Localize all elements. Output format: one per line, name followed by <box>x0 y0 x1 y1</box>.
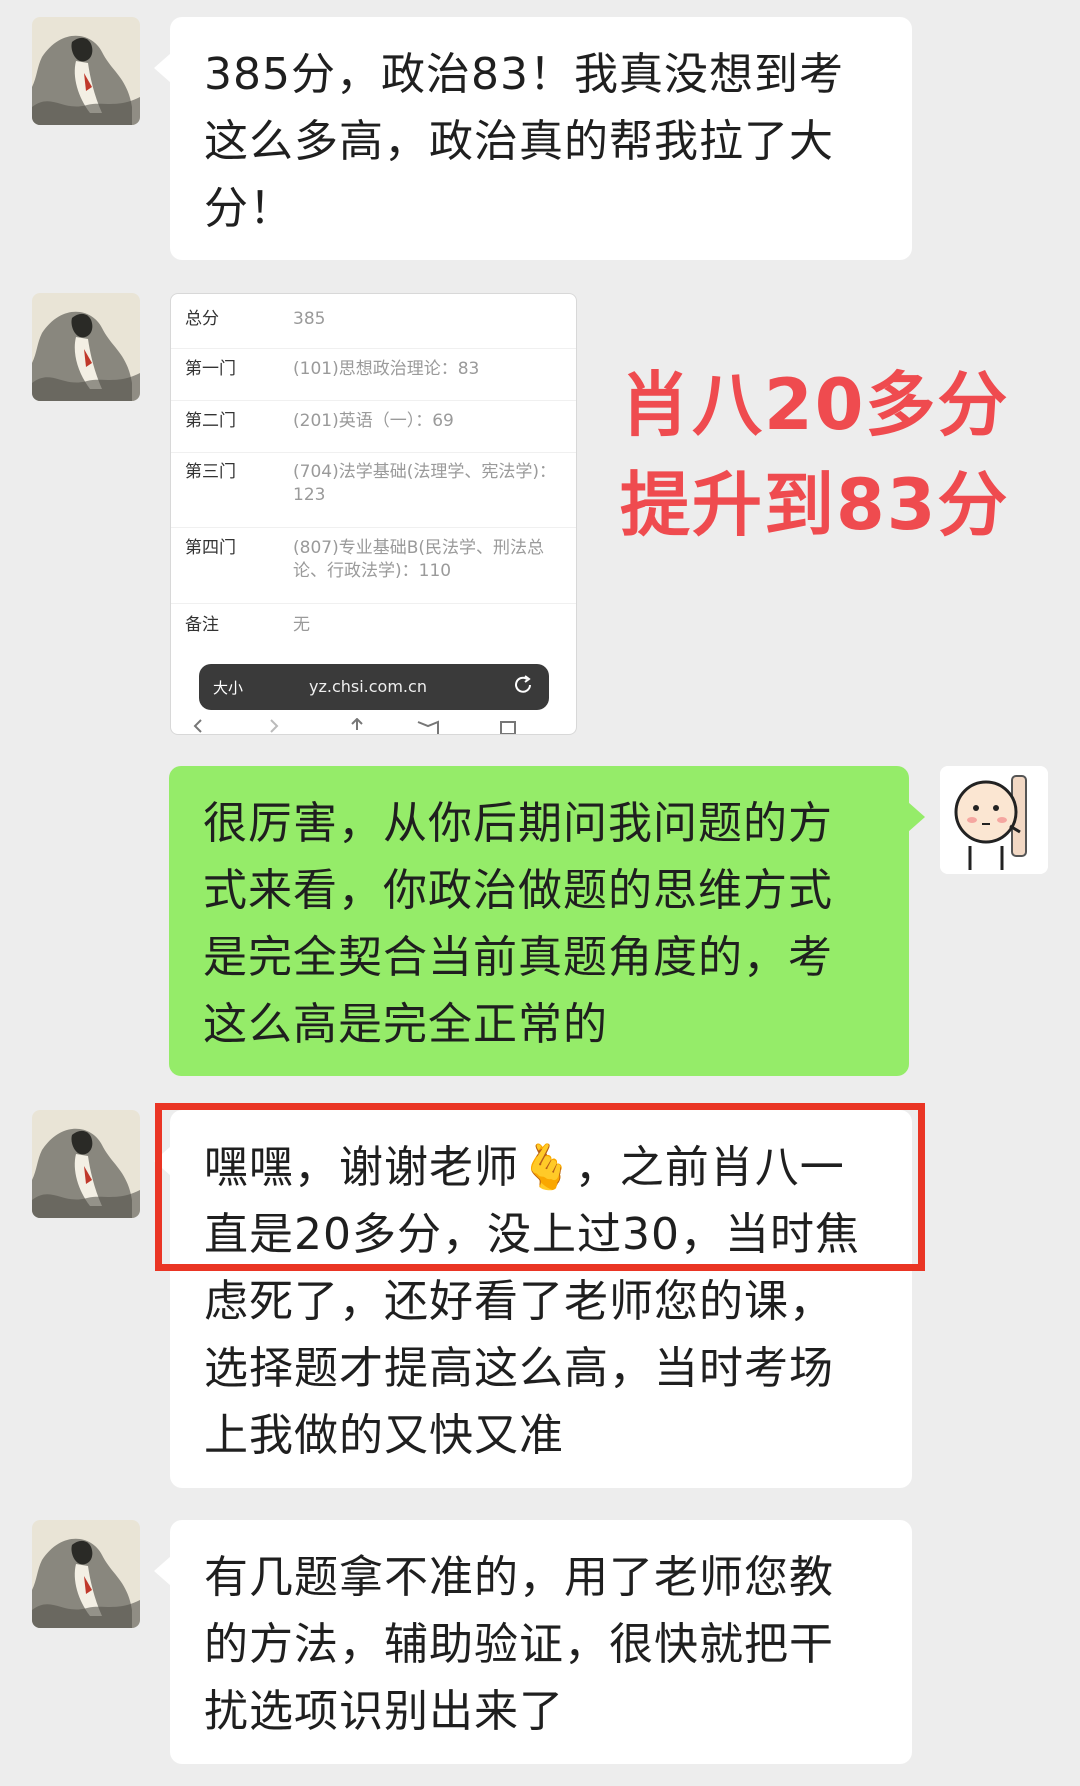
contact-avatar[interactable] <box>32 293 140 401</box>
score-value: 无 <box>293 615 310 635</box>
score-value: (101)思想政治理论：83 <box>293 359 480 379</box>
score-value: (807)专业基础B(民法学、刑法总论、行政法学)：110 <box>293 538 545 581</box>
contact-avatar[interactable] <box>32 1110 140 1218</box>
score-label: 备注 <box>185 615 219 635</box>
contact-avatar[interactable] <box>32 17 140 125</box>
ink-painting-avatar-icon <box>32 1520 140 1628</box>
score-row: 第三门 (704)法学基础(法理学、宪法学)：123 <box>171 461 576 528</box>
score-label: 第四门 <box>185 538 236 558</box>
score-value: (704)法学基础(法理学、宪法学)：123 <box>293 462 556 505</box>
score-row: 备注 无 <box>171 614 576 652</box>
score-value: 385 <box>293 309 326 329</box>
chat-window: 385分，政治83！我真没想到考这么多高，政治真的帮我拉了大分！ 总分 385 … <box>0 0 1080 1786</box>
score-value: (201)英语（一）：69 <box>293 411 454 431</box>
score-row: 第一门 (101)思想政治理论：83 <box>171 358 576 401</box>
score-label: 第三门 <box>185 462 236 482</box>
contact-avatar[interactable] <box>32 1520 140 1628</box>
browser-toolbar-icons <box>193 718 516 734</box>
message-bubble[interactable]: 很厉害，从你后期问我问题的方式来看，你政治做题的思维方式是完全契合当前真题角度的… <box>169 766 925 1076</box>
reload-icon <box>515 675 531 693</box>
score-label: 第一门 <box>185 359 236 379</box>
message-bubble[interactable]: 嘿嘿，谢谢老师🫰，之前肖八一直是20多分，没上过30，当时焦虑死了，还好看了老师… <box>154 1110 912 1488</box>
score-row: 第四门 (807)专业基础B(民法学、刑法总论、行政法学)：110 <box>171 537 576 604</box>
my-avatar[interactable] <box>940 766 1048 874</box>
caption-line-2: 提升到83分 <box>620 464 1010 546</box>
score-label: 总分 <box>185 309 219 329</box>
score-row: 总分 385 <box>171 308 576 349</box>
ink-painting-avatar-icon <box>32 293 140 401</box>
score-label: 第二门 <box>185 411 236 431</box>
text-size-label: 大小 <box>213 679 244 697</box>
score-row: 第二门 (201)英语（一）：69 <box>171 410 576 453</box>
browser-url-bar: 大小 yz.chsi.com.cn <box>199 664 549 710</box>
ink-painting-avatar-icon <box>32 17 140 125</box>
score-screenshot-image[interactable]: 总分 385 第一门 (101)思想政治理论：83 第二门 (201)英语（一）… <box>170 293 577 735</box>
message-bubble[interactable]: 385分，政治83！我真没想到考这么多高，政治真的帮我拉了大分！ <box>154 17 912 260</box>
message-bubble[interactable]: 有几题拿不准的，用了老师您教的方法，辅助验证，很快就把干扰选项识别出来了 <box>154 1520 912 1764</box>
caption-line-1: 肖八20多分 <box>620 364 1010 446</box>
url-text: yz.chsi.com.cn <box>309 677 427 696</box>
cartoon-face-avatar-icon <box>940 766 1048 874</box>
ink-painting-avatar-icon <box>32 1110 140 1218</box>
